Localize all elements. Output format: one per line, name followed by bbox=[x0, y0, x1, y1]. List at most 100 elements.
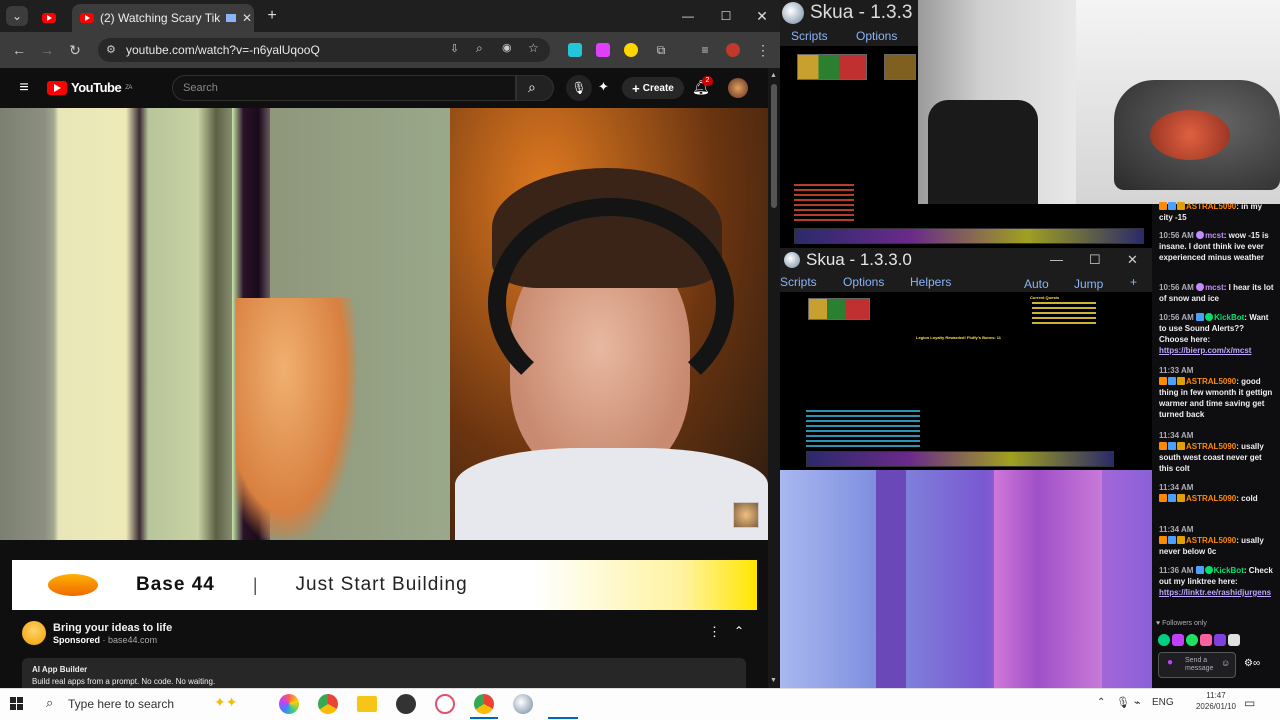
chrome-taskbar-icon[interactable] bbox=[318, 694, 338, 714]
back-button[interactable]: ← bbox=[8, 39, 30, 61]
scroll-up-icon[interactable]: ▲ bbox=[770, 72, 777, 79]
scrollbar-thumb[interactable] bbox=[771, 84, 777, 208]
site-info-icon[interactable]: ⚙ bbox=[106, 43, 116, 56]
skua-menu-add[interactable]: + bbox=[1130, 275, 1137, 289]
account-avatar[interactable] bbox=[728, 78, 748, 98]
ad-card[interactable]: AI App Builder Build real apps from a pr… bbox=[22, 658, 746, 688]
emote-icon[interactable] bbox=[1200, 634, 1212, 646]
emote-icon[interactable] bbox=[1172, 634, 1184, 646]
skua-top-menu-scripts[interactable]: Scripts bbox=[791, 29, 828, 43]
skua-taskbar-icon[interactable] bbox=[513, 694, 533, 714]
chat-username[interactable]: KickBot bbox=[1214, 313, 1244, 322]
youtube-search-input[interactable]: Search bbox=[172, 75, 516, 101]
minimize-button[interactable]: — bbox=[678, 6, 698, 26]
tracking-eye-icon[interactable]: ◉ bbox=[502, 41, 512, 54]
chat-message: 11:34 AM ASTRAL5090: cold bbox=[1159, 482, 1275, 504]
video-player[interactable] bbox=[0, 108, 768, 540]
ad-banner[interactable]: Base 44 | Just Start Building bbox=[12, 560, 757, 610]
chat-username[interactable]: ASTRAL5090 bbox=[1186, 377, 1236, 386]
chat-username[interactable]: mcst bbox=[1205, 231, 1224, 240]
youtube-tab-pinned[interactable] bbox=[42, 10, 56, 28]
bookmark-star-icon[interactable]: ☆ bbox=[528, 41, 539, 55]
chrome-profile-icon[interactable] bbox=[474, 694, 494, 714]
notification-center-icon[interactable]: ▭ bbox=[1244, 696, 1255, 710]
emote-icon[interactable] bbox=[1214, 634, 1226, 646]
player-status-bar bbox=[808, 298, 870, 320]
skua-maximize-button[interactable]: ☐ bbox=[1089, 252, 1101, 268]
extension-icon[interactable] bbox=[568, 43, 582, 57]
youtube-search-button[interactable]: ⌕ bbox=[516, 75, 554, 101]
skua-menu-helpers[interactable]: Helpers bbox=[910, 275, 951, 289]
voice-search-icon[interactable]: 🎙 bbox=[566, 75, 592, 101]
bot-badge-icon bbox=[1195, 566, 1204, 574]
create-button[interactable]: + Create bbox=[622, 77, 684, 99]
steam-icon[interactable] bbox=[396, 694, 416, 714]
chat-username[interactable]: ASTRAL5090 bbox=[1186, 202, 1236, 211]
address-bar[interactable]: ⚙ youtube.com/watch?v=-n6yalUqooQ ⇩ ⌕ ◉ … bbox=[98, 38, 550, 62]
maximize-button[interactable]: ☐ bbox=[716, 6, 736, 26]
skua-top-menu-options[interactable]: Options bbox=[856, 29, 897, 43]
extensions-puzzle-icon[interactable]: ⧉ bbox=[650, 39, 672, 61]
ad-collapse-icon[interactable]: ⌃ bbox=[734, 624, 744, 638]
zoom-icon[interactable]: ⌕ bbox=[476, 41, 483, 56]
new-tab-button[interactable]: + bbox=[262, 6, 282, 26]
language-indicator[interactable]: ENG bbox=[1152, 697, 1174, 708]
extension-icon[interactable] bbox=[624, 43, 638, 57]
taskbar-search[interactable]: ⌕ Type here to search ✦✦ bbox=[42, 692, 272, 716]
extension-icon[interactable] bbox=[596, 43, 610, 57]
channel-watermark[interactable] bbox=[733, 502, 759, 528]
forward-button[interactable]: → bbox=[36, 39, 58, 61]
emote-icon[interactable] bbox=[1228, 634, 1240, 646]
network-icon[interactable]: ⌁ bbox=[1134, 696, 1141, 709]
app-icon[interactable] bbox=[435, 694, 455, 714]
chat-link[interactable]: https://linktr.ee/rashidjurgens bbox=[1159, 588, 1271, 597]
gift-badge-icon bbox=[1177, 494, 1185, 502]
ai-assistant-icon[interactable]: ✦ bbox=[598, 79, 609, 95]
chrome-menu-icon[interactable]: ⋮ bbox=[752, 39, 774, 61]
loyalty-message: Legion Loyalty Rewarded! Fluffy's Bones:… bbox=[916, 335, 1001, 340]
skua-close-button[interactable]: ✕ bbox=[1127, 252, 1138, 268]
copilot-icon[interactable] bbox=[279, 694, 299, 714]
video-left-scene bbox=[0, 108, 450, 540]
profile-avatar[interactable] bbox=[726, 43, 740, 57]
skua-menu-options[interactable]: Options bbox=[843, 275, 884, 289]
skua-menu-scripts[interactable]: Scripts bbox=[780, 275, 817, 289]
emoji-icon[interactable]: ☺ bbox=[1221, 659, 1230, 668]
chat-message-input[interactable]: ● Send a message ☺ bbox=[1158, 652, 1236, 678]
install-app-icon[interactable]: ⇩ bbox=[450, 42, 459, 55]
ad-title[interactable]: Bring your ideas to life bbox=[53, 622, 172, 634]
chat-username[interactable]: KickBot bbox=[1214, 566, 1244, 575]
scroll-down-icon[interactable]: ▼ bbox=[770, 677, 777, 684]
skua-minimize-button[interactable]: — bbox=[1050, 252, 1063, 267]
ad-avatar[interactable] bbox=[22, 621, 46, 645]
reload-button[interactable]: ↻ bbox=[64, 39, 86, 61]
skua-bottom-action-bar[interactable] bbox=[806, 451, 1114, 467]
emote-icon[interactable] bbox=[1186, 634, 1198, 646]
chat-username[interactable]: ASTRAL5090 bbox=[1186, 442, 1236, 451]
mic-icon[interactable]: ● bbox=[1167, 658, 1173, 668]
skua-menu-auto[interactable]: Auto bbox=[1024, 277, 1049, 291]
chat-username[interactable]: ASTRAL5090 bbox=[1186, 494, 1236, 503]
emote-icon[interactable] bbox=[1158, 634, 1170, 646]
ad-more-icon[interactable]: ⋮ bbox=[708, 624, 721, 640]
skua-top-action-bar[interactable] bbox=[794, 228, 1144, 244]
media-controls-icon[interactable]: ≡ bbox=[694, 39, 716, 61]
skua-menu-jump[interactable]: Jump bbox=[1074, 277, 1103, 291]
chat-username[interactable]: ASTRAL5090 bbox=[1186, 536, 1236, 545]
file-explorer-icon[interactable] bbox=[357, 696, 377, 712]
chat-time: 10:56 AM bbox=[1159, 283, 1194, 292]
tab-close-icon[interactable]: ✕ bbox=[242, 11, 252, 25]
taskbar-clock[interactable]: 11:47 2026/01/10 bbox=[1192, 690, 1240, 712]
chat-settings-icon[interactable]: ⚙∞ bbox=[1244, 658, 1260, 669]
youtube-favicon-icon bbox=[80, 13, 94, 23]
tab-active[interactable]: (2) Watching Scary TikToks ✕ bbox=[72, 4, 254, 32]
youtube-logo[interactable]: YouTube ZA bbox=[47, 80, 132, 95]
tab-search-button[interactable]: ⌄ bbox=[6, 6, 28, 26]
tray-overflow-icon[interactable]: ⌃ bbox=[1097, 697, 1105, 708]
chat-link[interactable]: https://bierp.com/x/mcst bbox=[1159, 346, 1251, 355]
close-window-button[interactable]: ✕ bbox=[752, 6, 772, 26]
windows-start-icon[interactable] bbox=[10, 697, 24, 711]
chat-username[interactable]: mcst bbox=[1205, 283, 1224, 292]
hamburger-menu-icon[interactable]: ≡ bbox=[13, 77, 35, 99]
microphone-tray-icon[interactable]: 🎙︎ bbox=[1116, 696, 1130, 709]
